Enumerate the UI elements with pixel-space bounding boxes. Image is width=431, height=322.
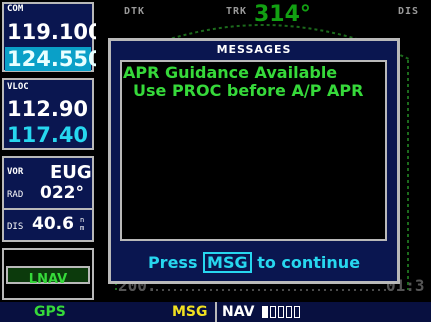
msg-key[interactable]: MSG (203, 252, 252, 273)
vloc-active-freq[interactable]: 112.90 (7, 97, 88, 121)
dis-unit: nm (80, 216, 85, 232)
rad-label: RAD (7, 190, 24, 200)
vor-identifier: EUG (50, 162, 92, 183)
lnav-indicator[interactable]: LNAV (6, 266, 90, 287)
gps-annunciator: GPS (34, 304, 66, 320)
messages-window: MESSAGES APR Guidance Available Use PROC… (108, 38, 400, 284)
dis-value: 40.6 (32, 214, 74, 234)
message-line-1: APR Guidance Available (123, 63, 338, 82)
vloc-tag: VLOC (7, 82, 29, 92)
press-suffix: to continue (257, 253, 361, 272)
com-standby-freq[interactable]: 124.550 (5, 47, 103, 71)
rad-value: 022° (40, 183, 84, 203)
lnav-label: LNAV (28, 272, 68, 287)
messages-list: APR Guidance Available Use PROC before A… (120, 60, 387, 241)
dis-label: DIS (7, 222, 24, 232)
vloc-panel: VLOC 112.90 117.40 (2, 78, 94, 150)
cdi-mode-panel: LNAV (2, 248, 94, 300)
status-bar: GPS MSG NAV (0, 302, 431, 322)
vor-tag: VOR (7, 167, 24, 177)
com-tag: COM (7, 4, 24, 14)
separator (215, 302, 217, 322)
com-panel: COM 119.100 124.550 (2, 2, 103, 72)
signal-bars-icon (262, 306, 310, 318)
vor-panel: VOR EUG RAD 022° DIS 40.6 nm (2, 156, 94, 242)
nav-annunciator: NAV (222, 304, 255, 320)
messages-title: MESSAGES (216, 43, 292, 56)
press-msg-prompt: Press MSG to continue (111, 252, 397, 273)
divider (4, 208, 92, 210)
message-line-2: Use PROC before A/P APR (133, 81, 364, 100)
vloc-standby-freq[interactable]: 117.40 (7, 123, 88, 147)
press-prefix: Press (147, 253, 198, 272)
com-active-freq[interactable]: 119.100 (7, 20, 103, 44)
msg-annunciator[interactable]: MSG (172, 303, 208, 321)
